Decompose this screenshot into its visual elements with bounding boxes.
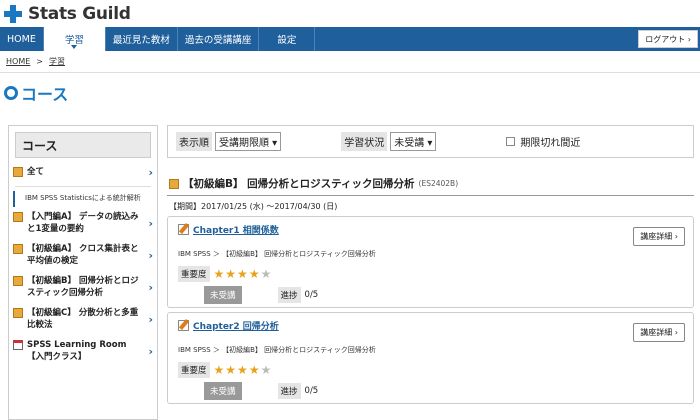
cube-icon [13,212,23,222]
importance-stars: ★★★★★ [214,267,273,281]
star-empty-icon: ★ [260,267,273,281]
course-detail-button[interactable]: 講座詳細 › [633,323,685,342]
breadcrumb-home[interactable]: HOME [6,57,30,66]
status-label: 学習状況 [341,132,388,151]
star-icon: ★ [213,363,226,377]
star-icon: ★ [237,363,249,377]
main-nav: HOME 学習 最近見た教材 過去の受講講座 設定 ログアウト › [0,27,700,51]
cube-icon [13,167,23,177]
chevron-right-icon: › [148,217,153,230]
sort-label: 表示順 [176,132,212,151]
chapter-card: Chapter1 相関係数 講座詳細 › IBM SPSS ＞ 【初級編B】 回… [167,216,694,308]
course-code: (ES2402B) [418,179,459,188]
caret-down-icon [71,45,78,49]
cube-icon [169,179,179,189]
importance-label: 重要度 [178,362,210,378]
sidebar-item-basic-a[interactable]: 【初級編A】 クロス集計表と平均値の検定 › [9,239,157,271]
logo-cross-icon [4,4,22,23]
logout-button[interactable]: ログアウト › [638,30,698,48]
sidebar: コース 全て › IBM SPSS Statisticsによる統計解析 【入門編… [8,125,158,420]
status-badge: 未受講 [204,382,242,400]
importance-label: 重要度 [178,266,210,282]
progress-label: 進捗 [277,383,301,399]
chevron-right-icon: › [148,345,153,358]
progress-label: 進捗 [277,287,301,303]
breadcrumb-current[interactable]: 学習 [49,56,65,67]
chevron-right-icon: › [148,166,153,179]
sort-select[interactable]: 受講期限順 ▾ [215,132,282,151]
importance-row: 重要度 ★★★★★ [178,362,272,378]
nav-home[interactable]: HOME [0,27,44,51]
pencil-icon [178,224,189,235]
course-period: 【期間】2017/01/25 (水) ～2017/04/30 (日) [169,202,338,211]
chevron-right-icon: › [148,313,153,326]
chevron-right-icon: › [148,281,153,294]
main-content: 表示順 受講期限順 ▾ 学習状況 未受講 ▾ 期限切れ間近 【初級編B】 回帰分… [167,125,694,408]
filter-bar: 表示順 受講期限順 ▾ 学習状況 未受講 ▾ 期限切れ間近 [167,125,694,158]
sidebar-group-label: IBM SPSS Statisticsによる統計解析 [13,191,157,207]
nav-settings[interactable]: 設定 [259,27,316,51]
cube-icon [13,308,23,318]
star-empty-icon: ★ [260,363,273,377]
progress-value: 0/5 [304,386,319,396]
header: Stats Guild [0,0,700,27]
sidebar-item-basic-c[interactable]: 【初級編C】 分散分析と多重比較法 › [9,303,157,335]
importance-row: 重要度 ★★★★★ [178,266,272,282]
divider [15,186,151,187]
nav-learning[interactable]: 学習 [43,27,106,51]
brand-name[interactable]: Stats Guild [28,4,131,24]
sidebar-item-basic-b[interactable]: 【初級編B】 回帰分析とロジスティック回帰分析 › [9,271,157,303]
ring-icon [4,86,18,100]
chapter-title-link[interactable]: Chapter1 相関係数 [178,223,279,236]
breadcrumb: HOME > 学習 [0,51,700,73]
course-detail-button[interactable]: 講座詳細 › [633,227,685,246]
chapter-path: IBM SPSS ＞ 【初級編B】 回帰分析とロジスティック回帰分析 [178,346,376,354]
expiring-checkbox[interactable] [506,137,516,146]
pencil-icon [178,320,189,331]
divider [167,195,694,196]
star-icon: ★ [248,267,261,281]
importance-stars: ★★★★★ [214,363,273,377]
status-row: 未受講 進捗 0/5 [204,382,318,400]
chapter-card: Chapter2 回帰分析 講座詳細 › IBM SPSS ＞ 【初級編B】 回… [167,312,694,404]
chapter-path: IBM SPSS ＞ 【初級編B】 回帰分析とロジスティック回帰分析 [178,250,376,258]
cube-icon [13,276,23,286]
expiring-label: 期限切れ間近 [520,138,581,149]
course-section-title: 【初級編B】 回帰分析とロジスティック回帰分析 (ES2402B) [167,176,694,191]
sidebar-item-learning-room[interactable]: SPSS Learning Room【入門クラス】 › [9,335,157,367]
chevron-right-icon: › [148,249,153,262]
nav-past-courses[interactable]: 過去の受講講座 [178,27,260,51]
star-icon: ★ [213,267,226,281]
star-icon: ★ [237,267,249,281]
breadcrumb-separator: > [36,57,43,66]
progress-value: 0/5 [304,290,319,300]
nav-recent-materials[interactable]: 最近見た教材 [106,27,178,51]
status-badge: 未受講 [204,286,242,304]
star-icon: ★ [225,267,238,281]
sidebar-item-intro-a[interactable]: 【入門編A】 データの読込みと1変量の要約 › [9,207,157,239]
calendar-icon [13,340,23,350]
star-icon: ★ [225,363,238,377]
sidebar-heading: コース [15,132,151,158]
status-row: 未受講 進捗 0/5 [204,286,318,304]
page-title: コース [0,73,700,113]
cube-icon [13,244,23,254]
status-select[interactable]: 未受講 ▾ [390,132,437,151]
sidebar-item-all[interactable]: 全て › [9,162,157,182]
star-icon: ★ [248,363,261,377]
chapter-title-link[interactable]: Chapter2 回帰分析 [178,319,279,332]
